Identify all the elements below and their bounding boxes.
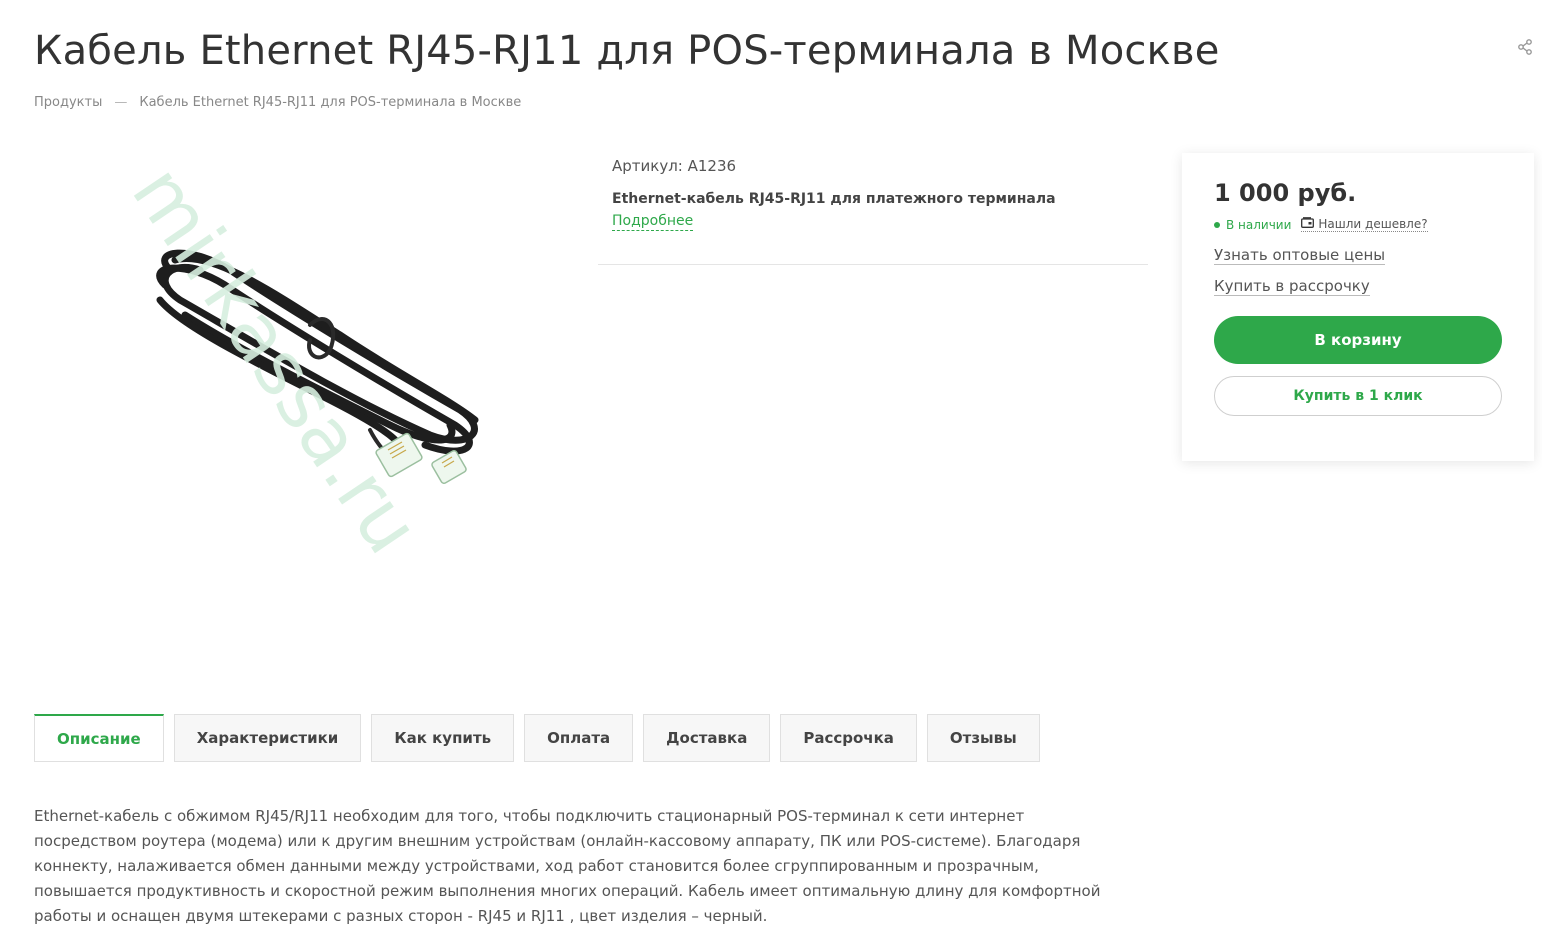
breadcrumb-current: Кабель Ethernet RJ45-RJ11 для POS-термин…: [139, 95, 522, 110]
description-text: Ethernet-кабель с обжимом RJ45/RJ11 необ…: [34, 807, 1101, 925]
breadcrumb-link-products[interactable]: Продукты: [34, 95, 102, 110]
product-info: Артикул: A1236 Ethernet-кабель RJ45-RJ11…: [612, 157, 1152, 231]
short-description: Ethernet-кабель RJ45-RJ11 для платежного…: [612, 191, 1056, 207]
tab-description[interactable]: Описание: [34, 714, 164, 762]
product-tabs: Описание Характеристики Как купить Оплат…: [34, 714, 1040, 762]
buy-installment-link[interactable]: Купить в рассрочку: [1214, 277, 1370, 296]
tab-reviews[interactable]: Отзывы: [926, 714, 1040, 762]
status-row: В наличии Нашли дешевле?: [1214, 217, 1502, 232]
breadcrumb: Продукты — Кабель Ethernet RJ45-RJ11 для…: [34, 95, 521, 110]
tab-specifications[interactable]: Характеристики: [173, 714, 362, 762]
stock-status: В наличии: [1226, 217, 1292, 232]
found-cheaper-label: Нашли дешевле?: [1318, 217, 1428, 231]
more-details-link[interactable]: Подробнее: [612, 213, 694, 231]
buy-box: 1 000 руб. В наличии Нашли дешевле? Узна…: [1182, 153, 1534, 461]
tab-how-to-buy[interactable]: Как купить: [371, 714, 515, 762]
article-number: Артикул: A1236: [612, 157, 737, 175]
info-divider: [598, 264, 1148, 265]
tab-delivery[interactable]: Доставка: [643, 714, 771, 762]
image-watermark: mirkassa.ru: [115, 150, 438, 569]
breadcrumb-separator: —: [114, 95, 128, 110]
product-image[interactable]: mirkassa.ru: [90, 150, 560, 620]
add-to-cart-button[interactable]: В корзину: [1214, 316, 1502, 364]
share-icon[interactable]: [1516, 38, 1536, 58]
wholesale-prices-link[interactable]: Узнать оптовые цены: [1214, 246, 1386, 265]
tab-payment[interactable]: Оплата: [524, 714, 634, 762]
found-cheaper-link[interactable]: Нашли дешевле?: [1301, 217, 1428, 232]
buy-one-click-button[interactable]: Купить в 1 клик: [1214, 376, 1502, 416]
price: 1 000 руб.: [1214, 179, 1357, 207]
tab-installment[interactable]: Рассрочка: [780, 714, 917, 762]
stock-dot-icon: [1214, 221, 1220, 228]
wallet-icon: [1301, 217, 1315, 231]
page-title: Кабель Ethernet RJ45-RJ11 для POS-термин…: [34, 28, 1220, 74]
